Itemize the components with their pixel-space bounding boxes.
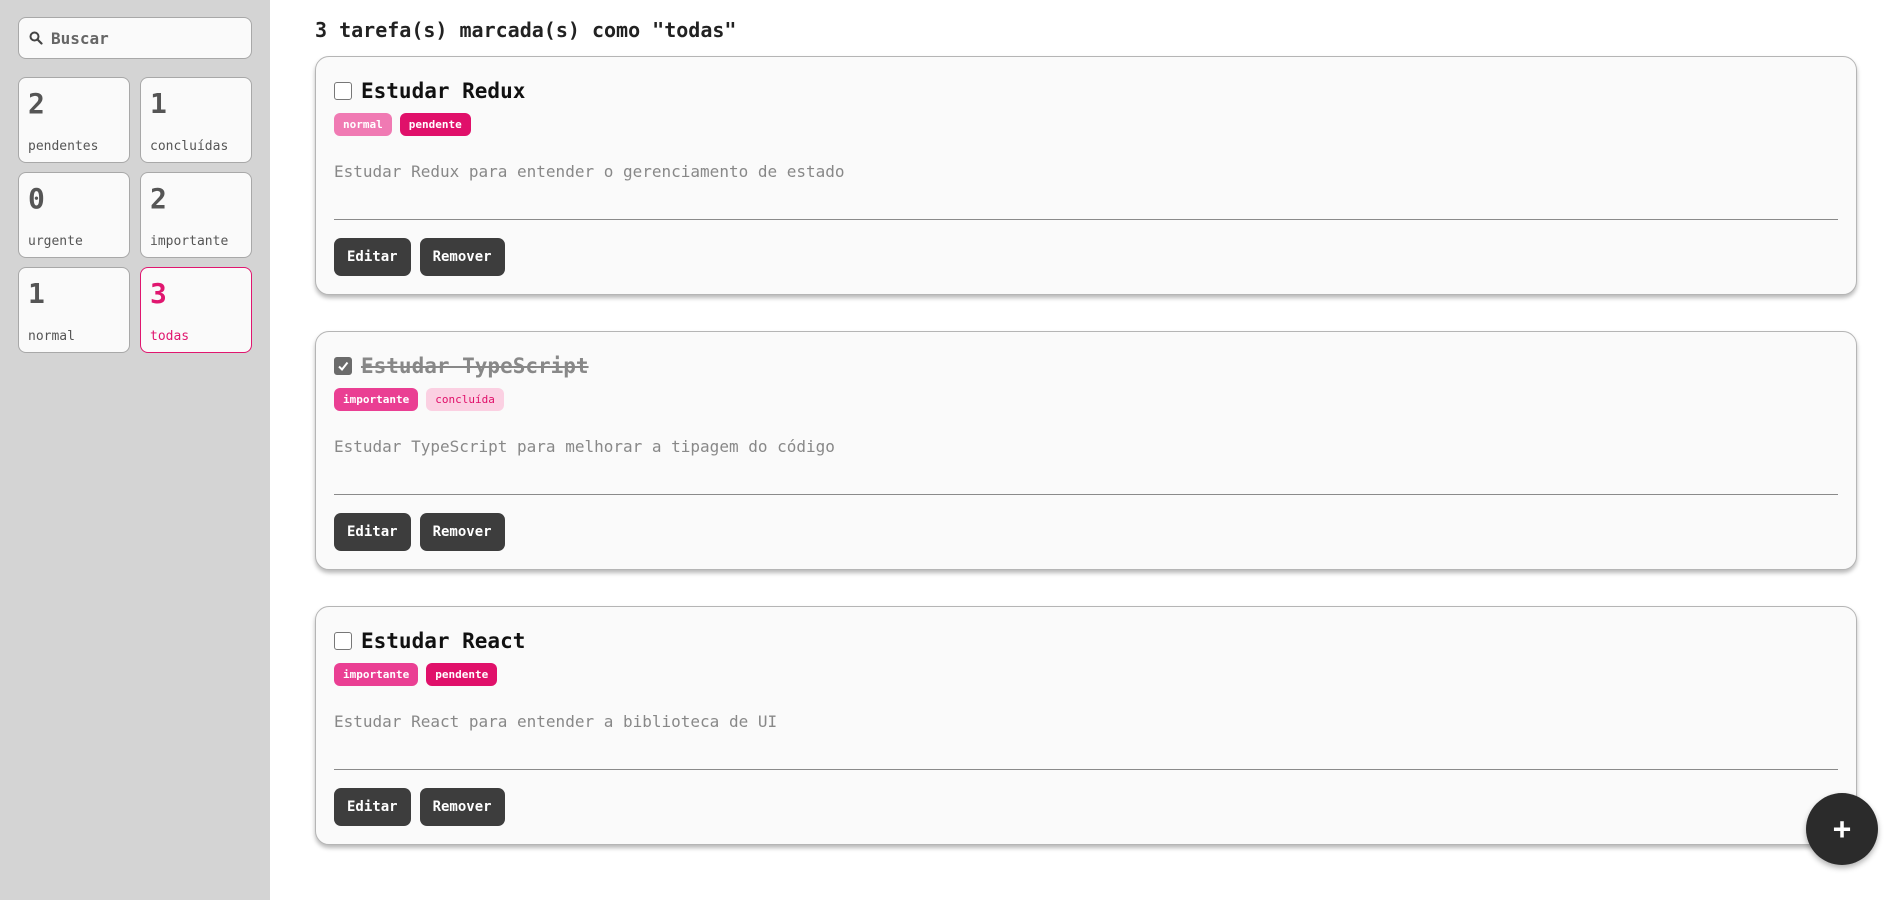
check-icon	[338, 361, 349, 372]
task-title-row: Estudar TypeScript	[334, 354, 1838, 378]
filter-count: 2	[150, 182, 167, 215]
filter-grid: 2 pendentes 1 concluídas 0 urgente 2 imp…	[18, 77, 252, 353]
remove-button[interactable]: Remover	[419, 238, 505, 276]
task-title-row: Estudar Redux	[334, 79, 1838, 103]
filter-pendentes[interactable]: 2 pendentes	[18, 77, 130, 163]
search-icon	[29, 31, 43, 45]
search-input[interactable]	[51, 28, 231, 48]
task-title-row: Estudar React	[334, 629, 1838, 653]
task-card: Estudar React importante pendente Estuda…	[315, 606, 1857, 845]
filter-label: urgente	[28, 234, 83, 249]
edit-button[interactable]: Editar	[334, 788, 411, 826]
edit-button[interactable]: Editar	[334, 238, 411, 276]
sidebar: 2 pendentes 1 concluídas 0 urgente 2 imp…	[0, 0, 270, 900]
task-checkbox[interactable]	[334, 632, 352, 650]
plus-icon: +	[1832, 811, 1852, 847]
filter-concluidas[interactable]: 1 concluídas	[140, 77, 252, 163]
filter-normal[interactable]: 1 normal	[18, 267, 130, 353]
task-actions: Editar Remover	[334, 238, 1838, 276]
task-tags: importante concluída	[334, 388, 1838, 411]
filter-count: 0	[28, 182, 45, 215]
filter-label: pendentes	[28, 139, 99, 154]
filter-urgente[interactable]: 0 urgente	[18, 172, 130, 258]
task-actions: Editar Remover	[334, 513, 1838, 551]
priority-tag: normal	[334, 113, 392, 136]
filter-count: 3	[150, 277, 167, 310]
add-task-button[interactable]: +	[1806, 793, 1878, 865]
task-list-panel: 3 tarefa(s) marcada(s) como "todas" Estu…	[270, 0, 1888, 900]
edit-button[interactable]: Editar	[334, 513, 411, 551]
filter-importante[interactable]: 2 importante	[140, 172, 252, 258]
search-box[interactable]	[18, 17, 252, 59]
filter-label: normal	[28, 329, 75, 344]
filter-todas[interactable]: 3 todas	[140, 267, 252, 353]
task-description: Estudar React para entender a biblioteca…	[334, 712, 1838, 770]
filter-count: 2	[28, 87, 45, 120]
priority-tag: importante	[334, 663, 419, 686]
task-card: Estudar TypeScript importante concluída …	[315, 331, 1857, 570]
filter-count: 1	[28, 277, 45, 310]
task-tags: importante pendente	[334, 663, 1838, 686]
status-tag: pendente	[399, 113, 471, 136]
task-title: Estudar Redux	[361, 79, 526, 103]
task-actions: Editar Remover	[334, 788, 1838, 826]
task-tags: normal pendente	[334, 113, 1838, 136]
list-heading: 3 tarefa(s) marcada(s) como "todas"	[315, 18, 737, 42]
status-tag: pendente	[426, 663, 498, 686]
filter-count: 1	[150, 87, 167, 120]
filter-label: concluídas	[150, 139, 229, 154]
task-title: Estudar TypeScript	[361, 354, 589, 378]
task-checkbox[interactable]	[334, 357, 352, 375]
task-description: Estudar Redux para entender o gerenciame…	[334, 162, 1838, 220]
filter-label: todas	[150, 329, 190, 344]
task-title: Estudar React	[361, 629, 526, 653]
remove-button[interactable]: Remover	[419, 513, 505, 551]
remove-button[interactable]: Remover	[419, 788, 505, 826]
priority-tag: importante	[334, 388, 419, 411]
task-description: Estudar TypeScript para melhorar a tipag…	[334, 437, 1838, 495]
status-tag: concluída	[426, 388, 504, 411]
task-checkbox[interactable]	[334, 82, 352, 100]
task-card: Estudar Redux normal pendente Estudar Re…	[315, 56, 1857, 295]
filter-label: importante	[150, 234, 229, 249]
